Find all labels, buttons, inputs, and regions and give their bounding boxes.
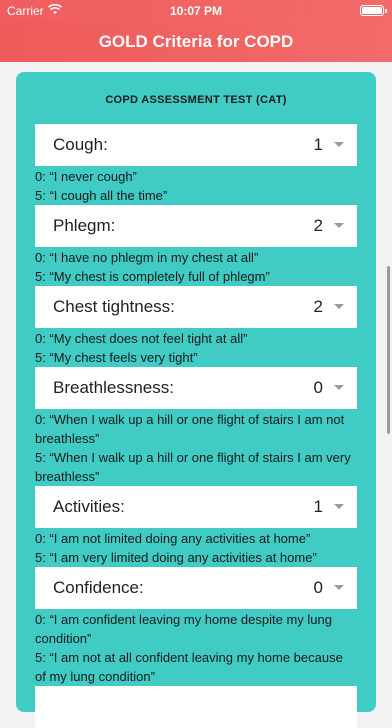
cat-card: COPD ASSESSMENT TEST (CAT) Cough: 1 0: “… [16, 72, 376, 728]
anchor-high: 5: “I am very limited doing any activiti… [35, 550, 317, 565]
question-label: Confidence: [53, 578, 144, 597]
question-label: Chest tightness: [53, 297, 175, 316]
anchor-low: 0: “My chest does not feel tight at all” [35, 331, 248, 346]
nav-title: GOLD Criteria for COPD [0, 22, 392, 62]
chevron-down-icon [334, 223, 344, 228]
question-label: Breathlessness: [53, 378, 174, 397]
anchor-low: 0: “I have no phlegm in my chest at all” [35, 250, 259, 265]
next-question-select[interactable] [35, 686, 357, 728]
anchor-low: 0: “I am not limited doing any activitie… [35, 531, 311, 546]
status-time: 10:07 PM [169, 4, 223, 18]
status-bar: Carrier 10:07 PM [0, 0, 392, 22]
scrollbar[interactable] [387, 266, 390, 434]
anchor-low: 0: “I never cough” [35, 169, 137, 184]
activities-select[interactable]: Activities: 1 [35, 486, 357, 528]
question-value: 0 [313, 578, 323, 597]
chevron-down-icon [334, 304, 344, 309]
question-label: Cough: [53, 135, 108, 154]
question-label: Activities: [53, 497, 125, 516]
anchor-high: 5: “My chest is completely full of phleg… [35, 269, 270, 284]
battery-icon [360, 5, 387, 16]
anchor-high: 5: “My chest feels very tight” [35, 350, 198, 365]
anchor-high: 5: “When I walk up a hill or one flight … [35, 450, 351, 484]
chest-tightness-select[interactable]: Chest tightness: 2 [35, 286, 357, 328]
chevron-down-icon [334, 504, 344, 509]
question-value: 2 [313, 216, 323, 235]
card-title: COPD ASSESSMENT TEST (CAT) [105, 94, 287, 106]
cough-select[interactable]: Cough: 1 [35, 124, 357, 166]
question-value: 2 [313, 297, 323, 316]
anchor-high: 5: “I cough all the time” [35, 188, 168, 203]
breathlessness-select[interactable]: Breathlessness: 0 [35, 367, 357, 409]
chevron-down-icon [334, 585, 344, 590]
question-value: 1 [313, 135, 323, 154]
question-value: 0 [313, 378, 323, 397]
anchor-low: 0: “When I walk up a hill or one flight … [35, 412, 345, 446]
phlegm-select[interactable]: Phlegm: 2 [35, 205, 357, 247]
chevron-down-icon [334, 385, 344, 390]
question-label: Phlegm: [53, 216, 116, 235]
confidence-select[interactable]: Confidence: 0 [35, 567, 357, 609]
anchor-low: 0: “I am confident leaving my home despi… [35, 612, 332, 646]
question-value: 1 [313, 497, 323, 516]
anchor-high: 5: “I am not at all confident leaving my… [35, 650, 343, 684]
chevron-down-icon [334, 142, 344, 147]
